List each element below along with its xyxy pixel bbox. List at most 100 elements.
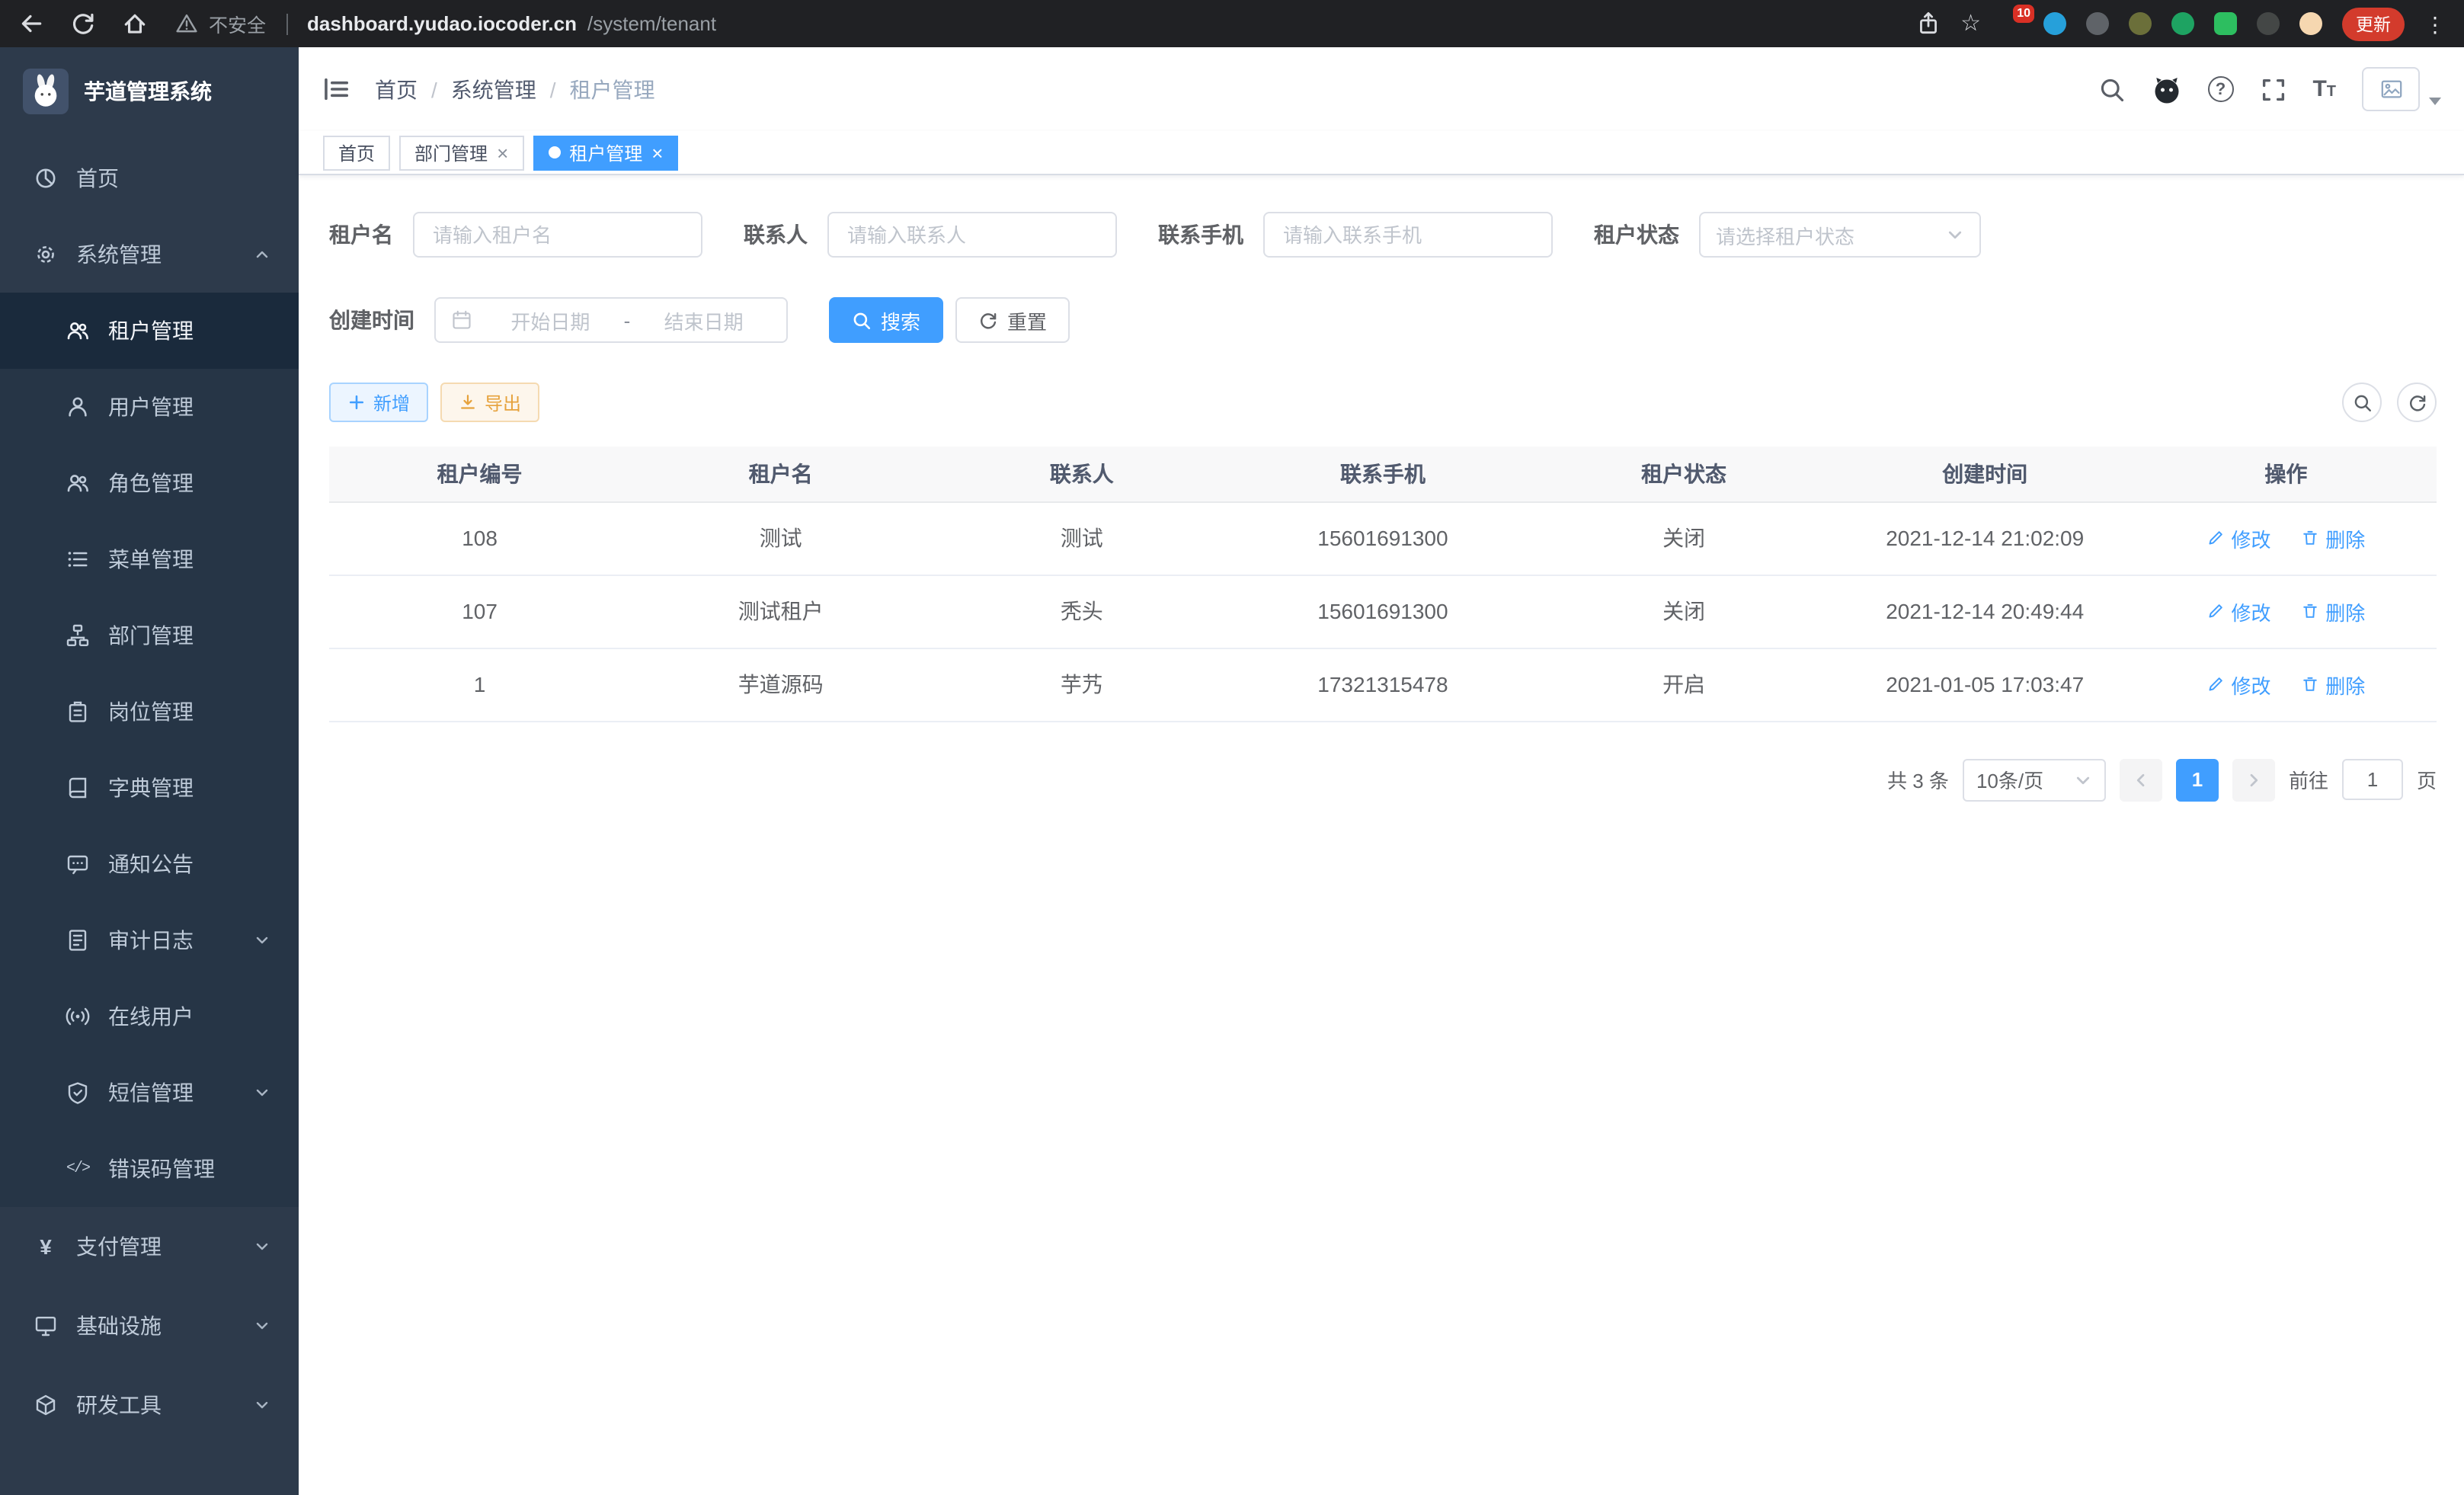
sidebar-item-online-users[interactable]: 在线用户	[0, 978, 299, 1055]
edit-link[interactable]: 修改	[2206, 670, 2270, 699]
column-header[interactable]: 联系人	[931, 447, 1232, 501]
status-select[interactable]: 请选择租户状态	[1699, 212, 1981, 258]
delete-link[interactable]: 删除	[2301, 597, 2365, 626]
sidebar-item-dict[interactable]: 字典管理	[0, 750, 299, 826]
sidebar-item-tenant[interactable]: 租户管理	[0, 293, 299, 369]
tab-close-icon[interactable]: ×	[497, 142, 508, 162]
edit-link[interactable]: 修改	[2206, 597, 2270, 626]
cell-status: 关闭	[1534, 575, 1835, 648]
github-icon[interactable]	[2151, 74, 2181, 104]
tenant-users-icon	[66, 319, 90, 343]
search-icon[interactable]	[2098, 75, 2125, 103]
column-header[interactable]: 联系手机	[1232, 447, 1533, 501]
date-range-picker[interactable]: 开始日期 - 结束日期	[434, 297, 788, 343]
sidebar-item-sms[interactable]: 短信管理	[0, 1055, 299, 1131]
help-icon[interactable]: ?	[2207, 76, 2233, 102]
security-label[interactable]: 不安全	[209, 9, 266, 38]
tenant-name-input[interactable]	[413, 212, 702, 258]
sidebar-item-label: 审计日志	[108, 925, 194, 956]
sidebar-item-payment[interactable]: ¥ 支付管理	[0, 1207, 299, 1286]
breadcrumb-home[interactable]: 首页	[375, 74, 418, 104]
sidebar-item-dept[interactable]: 部门管理	[0, 597, 299, 674]
url-host[interactable]: dashboard.yudao.iocoder.cn	[307, 12, 577, 35]
bookmark-star-icon[interactable]: ☆	[1960, 12, 1981, 35]
refresh-icon	[2407, 392, 2427, 412]
sidebar-item-post[interactable]: 岗位管理	[0, 674, 299, 750]
sidebar-item-devtools[interactable]: 研发工具	[0, 1365, 299, 1445]
font-size-icon[interactable]: TT	[2312, 78, 2336, 101]
avatar[interactable]	[2362, 67, 2420, 111]
tab-home[interactable]: 首页	[323, 135, 390, 170]
sidebar-item-system[interactable]: 系统管理	[0, 216, 299, 293]
column-header[interactable]: 租户名	[630, 447, 931, 501]
sidebar-item-home[interactable]: 首页	[0, 140, 299, 216]
pencil-icon	[2206, 529, 2225, 547]
user-menu[interactable]	[2362, 67, 2441, 111]
reset-button[interactable]: 重置	[955, 297, 1070, 343]
prev-page-button[interactable]	[2120, 758, 2162, 801]
column-header[interactable]: 租户编号	[329, 447, 630, 501]
extension-icon-6[interactable]	[2214, 12, 2237, 35]
column-header[interactable]: 操作	[2136, 447, 2437, 501]
contact-input[interactable]	[827, 212, 1117, 258]
logo-row[interactable]: 芋道管理系统	[0, 47, 299, 134]
refresh-icon[interactable]	[70, 11, 96, 37]
table-row[interactable]: 1 芋道源码 芋艿 17321315478 开启 2021-01-05 17:0…	[329, 648, 2437, 721]
sidebar-item-user[interactable]: 用户管理	[0, 369, 299, 445]
hide-search-button[interactable]	[2342, 383, 2382, 422]
home-icon[interactable]	[122, 11, 148, 37]
filter-tenant-name: 租户名	[329, 212, 702, 258]
next-page-button[interactable]	[2232, 758, 2275, 801]
sidebar-item-audit-log[interactable]: 审计日志	[0, 902, 299, 978]
sidebar-item-notice[interactable]: 通知公告	[0, 826, 299, 902]
search-button[interactable]: 搜索	[829, 297, 943, 343]
url-path[interactable]: /system/tenant	[587, 12, 716, 35]
code-icon: </>	[66, 1160, 90, 1177]
tab-tenant[interactable]: 租户管理 ×	[533, 135, 678, 170]
fullscreen-icon[interactable]	[2259, 75, 2286, 103]
extension-icon-3[interactable]	[2086, 12, 2109, 35]
tab-close-icon[interactable]: ×	[651, 142, 663, 162]
refresh-table-button[interactable]	[2397, 383, 2437, 422]
column-header[interactable]: 租户状态	[1534, 447, 1835, 501]
page-size-value: 10条/页	[1976, 765, 2043, 794]
table-row[interactable]: 108 测试 测试 15601691300 关闭 2021-12-14 21:0…	[329, 501, 2437, 575]
status-select-placeholder: 请选择租户状态	[1716, 220, 1854, 249]
add-button[interactable]: 新增	[329, 383, 428, 422]
chevron-down-icon	[253, 1317, 271, 1335]
sidebar-item-error-code[interactable]: </> 错误码管理	[0, 1131, 299, 1207]
breadcrumb-system[interactable]: 系统管理	[451, 74, 536, 104]
extension-icon-7[interactable]	[2257, 12, 2280, 35]
extension-icon-1[interactable]: 10	[2001, 12, 2024, 35]
sidebar-item-role[interactable]: 角色管理	[0, 445, 299, 521]
delete-link[interactable]: 删除	[2301, 670, 2365, 699]
extension-icon-4[interactable]	[2129, 12, 2152, 35]
sidebar-item-infra[interactable]: 基础设施	[0, 1286, 299, 1365]
share-icon[interactable]	[1915, 11, 1941, 37]
goto-page-input[interactable]	[2342, 759, 2403, 800]
table-row[interactable]: 107 测试租户 秃头 15601691300 关闭 2021-12-14 20…	[329, 575, 2437, 648]
pagination-total: 共 3 条	[1887, 765, 1949, 794]
sidebar-item-menu[interactable]: 菜单管理	[0, 521, 299, 597]
search-button-label: 搜索	[881, 306, 920, 335]
current-page-button[interactable]: 1	[2176, 758, 2219, 801]
export-button[interactable]: 导出	[440, 383, 539, 422]
edit-link[interactable]: 修改	[2206, 523, 2270, 552]
app-logo	[23, 68, 69, 114]
phone-input[interactable]	[1263, 212, 1553, 258]
font-small-glyph: T	[2327, 85, 2336, 101]
back-icon[interactable]	[18, 11, 44, 37]
column-header[interactable]: 创建时间	[1835, 447, 2136, 501]
cell-actions: 修改 删除	[2136, 648, 2437, 721]
warning-icon	[175, 12, 198, 35]
browser-menu-icon[interactable]: ⋮	[2424, 13, 2446, 34]
sidebar-fold-icon[interactable]	[322, 75, 350, 104]
page-size-select[interactable]: 10条/页	[1963, 758, 2106, 801]
tab-dept[interactable]: 部门管理 ×	[399, 135, 523, 170]
extension-icon-5[interactable]	[2171, 12, 2194, 35]
address-bar[interactable]: 不安全 dashboard.yudao.iocoder.cn/system/te…	[175, 9, 716, 38]
update-button[interactable]: 更新	[2342, 7, 2405, 40]
delete-link[interactable]: 删除	[2301, 523, 2365, 552]
extension-icon-8[interactable]	[2299, 12, 2322, 35]
extension-icon-2[interactable]	[2043, 12, 2066, 35]
